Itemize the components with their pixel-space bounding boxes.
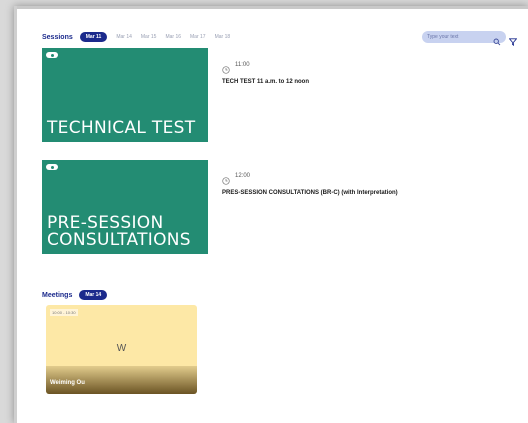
- top-strip: [14, 6, 528, 9]
- day-tab[interactable]: Mar 16: [165, 34, 181, 40]
- session-thumbnail[interactable]: PRE-SESSION CONSULTATIONS: [42, 160, 208, 254]
- left-edge: [14, 6, 17, 423]
- search-input[interactable]: Type your text: [422, 31, 506, 46]
- sessions-header: Sessions Mar 11 Mar 14 Mar 15 Mar 16 Mar…: [42, 30, 230, 44]
- day-chip-active[interactable]: Mar 11: [79, 32, 108, 42]
- meetings-header: Meetings Mar 14: [42, 290, 108, 300]
- session-thumb-title: TECHNICAL TEST: [47, 118, 196, 138]
- meeting-avatar-initial: W: [116, 343, 127, 354]
- day-tab[interactable]: Mar 17: [190, 34, 206, 40]
- filter-icon[interactable]: [508, 33, 518, 46]
- day-chip-active[interactable]: Mar 14: [79, 290, 108, 300]
- app-frame: Sessions Mar 11 Mar 14 Mar 15 Mar 16 Mar…: [14, 6, 528, 423]
- meetings-title: Meetings: [42, 291, 73, 299]
- meeting-name: Weiming Ou: [50, 380, 85, 386]
- session-time: 12:00: [222, 172, 251, 185]
- meeting-time: 10:00 - 10:30: [50, 309, 78, 316]
- day-tab[interactable]: Mar 14: [116, 34, 132, 40]
- clock-icon: [222, 172, 230, 185]
- session-title[interactable]: TECH TEST 11 a.m. to 12 noon: [222, 79, 309, 85]
- search-placeholder: Type your text: [427, 34, 459, 40]
- search-icon[interactable]: [493, 33, 501, 46]
- session-time-text: 11:00: [235, 62, 250, 68]
- meeting-card[interactable]: 10:00 - 10:30 W Weiming Ou: [46, 305, 197, 394]
- session-time-text: 12:00: [235, 173, 251, 179]
- day-tab[interactable]: Mar 15: [141, 34, 157, 40]
- session-thumbnail[interactable]: TECHNICAL TEST: [42, 48, 208, 142]
- view-badge: [46, 52, 58, 58]
- view-badge: [46, 164, 58, 170]
- session-time: 11:00: [222, 61, 250, 74]
- session-title[interactable]: PRES-SESSION CONSULTATIONS (BR-C) (with …: [222, 190, 398, 196]
- sessions-title: Sessions: [42, 33, 73, 41]
- session-thumb-title: PRE-SESSION CONSULTATIONS: [47, 213, 191, 250]
- clock-icon: [222, 61, 230, 74]
- day-tab[interactable]: Mar 18: [215, 34, 231, 40]
